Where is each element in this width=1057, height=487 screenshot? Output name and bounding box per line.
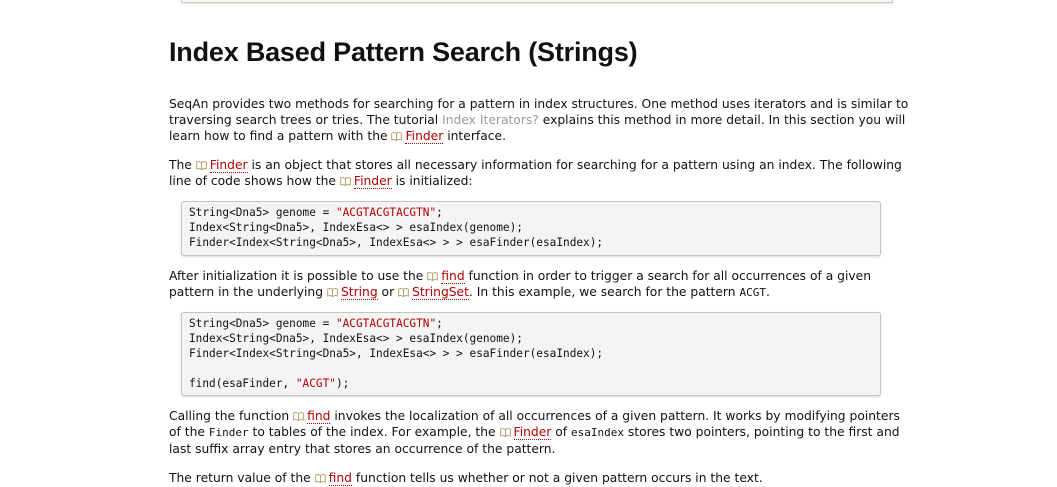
- previous-code-block: [181, 0, 893, 3]
- code-line: find(esaFinder, "ACGT");: [189, 377, 350, 390]
- finder-link[interactable]: Finder: [405, 129, 444, 144]
- find-link[interactable]: find: [328, 471, 352, 486]
- intro-paragraph: SeqAn provides two methods for searching…: [169, 97, 909, 144]
- inline-code: ACGT: [739, 286, 766, 299]
- index-iterators-link[interactable]: Index Iterators?: [442, 113, 539, 127]
- code-line: String<Dna5> genome = "ACGTACGTACGTN";: [189, 206, 443, 219]
- book-icon: [391, 129, 403, 142]
- inline-code: Finder: [208, 426, 249, 439]
- book-icon: [327, 285, 338, 298]
- find-link[interactable]: find: [307, 409, 331, 424]
- code-line: Finder<Index<String<Dna5>, IndexEsa<> > …: [189, 347, 604, 360]
- book-icon: [293, 409, 304, 422]
- code-line: Index<String<Dna5>, IndexEsa<> > esaInde…: [189, 221, 523, 234]
- inline-code: esaIndex: [571, 426, 624, 439]
- return-value-paragraph: The return value of the find function te…: [169, 471, 763, 486]
- finder-link[interactable]: Finder: [353, 174, 392, 189]
- code-block-init[interactable]: String<Dna5> genome = "ACGTACGTACGTN"; I…: [181, 201, 881, 256]
- find-link[interactable]: find: [441, 269, 465, 284]
- book-icon: [499, 425, 511, 438]
- book-icon: [314, 471, 326, 484]
- finder-paragraph: The Finder is an object that stores all …: [169, 158, 902, 189]
- find-paragraph: After initialization it is possible to u…: [169, 269, 872, 300]
- finder-link[interactable]: Finder: [513, 425, 552, 440]
- code-line: String<Dna5> genome = "ACGTACGTACGTN";: [189, 317, 443, 330]
- finder-link[interactable]: Finder: [209, 158, 248, 173]
- string-link[interactable]: String: [340, 285, 378, 300]
- code-line: Index<String<Dna5>, IndexEsa<> > esaInde…: [189, 332, 523, 345]
- book-icon: [340, 174, 351, 187]
- stringset-link[interactable]: StringSet: [412, 285, 469, 300]
- code-block-find[interactable]: String<Dna5> genome = "ACGTACGTACGTN"; I…: [181, 312, 881, 396]
- book-icon: [427, 269, 439, 282]
- book-icon: [196, 158, 207, 171]
- book-icon: [398, 285, 409, 298]
- code-line: Finder<Index<String<Dna5>, IndexEsa<> > …: [189, 236, 604, 249]
- page-title: Index Based Pattern Search (Strings): [169, 37, 638, 67]
- localization-paragraph: Calling the function find invokes the lo…: [169, 409, 900, 456]
